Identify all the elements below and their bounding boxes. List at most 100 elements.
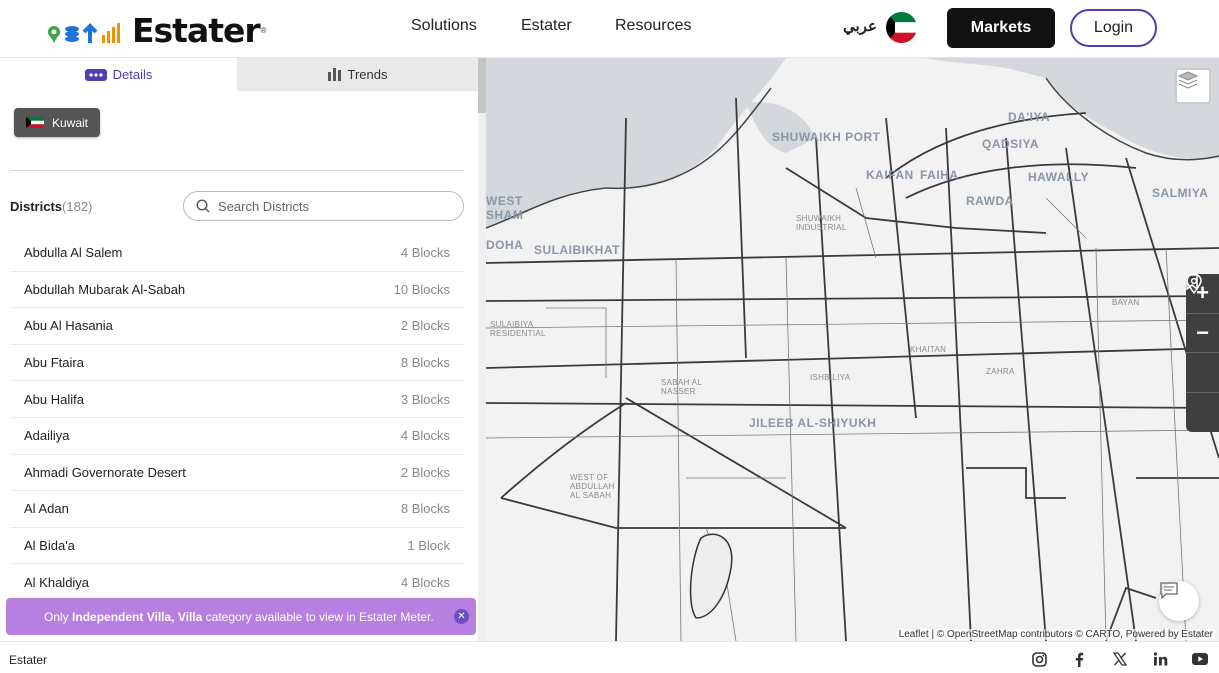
divider xyxy=(10,170,464,171)
district-name: Abdulla Al Salem xyxy=(24,245,123,261)
chat-button[interactable] xyxy=(1159,581,1199,621)
top-header: Estater ® Solutions Estater Resources عرب… xyxy=(0,0,1219,58)
close-icon[interactable]: ✕ xyxy=(454,609,469,624)
markets-button[interactable]: Markets xyxy=(947,8,1055,48)
panel-tabs: Details Trends xyxy=(0,58,478,91)
logo-mark-icon xyxy=(46,15,128,45)
tab-details[interactable]: Details xyxy=(0,58,237,91)
map-label-sabah-al-nasser: SABAH AL NASSER xyxy=(661,378,702,396)
layers-icon xyxy=(1177,71,1199,89)
tab-details-label: Details xyxy=(112,67,153,82)
district-blocks: 8 Blocks xyxy=(400,355,450,371)
map-label-shuwaikh-port: SHUWAIKH PORT xyxy=(772,130,881,144)
instagram-icon[interactable] xyxy=(1031,651,1047,667)
notice-suffix: category available to view in Estater Me… xyxy=(205,609,434,624)
language-toggle[interactable]: عربي xyxy=(843,17,877,35)
list-item[interactable]: Adailiya 4 Blocks xyxy=(10,418,464,455)
map-label-sulaibiya-residential: SULAIBIYA RESIDENTIAL xyxy=(490,320,546,338)
footer-brand: Estater xyxy=(9,653,48,667)
facebook-icon[interactable] xyxy=(1071,651,1087,667)
map-canvas[interactable] xyxy=(486,58,1219,641)
page-footer: Estater xyxy=(0,641,1219,673)
map-label-daiya: DA'IYA xyxy=(1008,110,1051,124)
map-label-west-sham: WEST SHAM xyxy=(486,194,524,222)
map-label-kaifan: KAIFAN xyxy=(866,168,914,182)
list-item[interactable]: Al Adan 8 Blocks xyxy=(10,491,464,528)
map-label-shuwaikh-industrial: SHUWAIKH INDUSTRIAL xyxy=(796,214,847,232)
list-item[interactable]: Abdulla Al Salem 4 Blocks xyxy=(10,235,464,272)
nav-resources[interactable]: Resources xyxy=(615,17,691,35)
zoom-out-button[interactable]: − xyxy=(1186,314,1219,353)
district-blocks: 1 Block xyxy=(407,538,450,554)
kuwait-flag-icon xyxy=(26,117,44,128)
district-name: Adailiya xyxy=(24,428,70,444)
map-label-sulaibikhat: SULAIBIKHAT xyxy=(534,243,620,257)
map-attribution[interactable]: Leaflet | © OpenStreetMap contributors ©… xyxy=(896,629,1215,640)
location-pin-icon xyxy=(1186,274,1202,294)
district-blocks: 4 Blocks xyxy=(400,428,450,444)
list-item[interactable]: Abdullah Mubarak Al-Sabah 10 Blocks xyxy=(10,272,464,309)
kuwait-flag-icon[interactable] xyxy=(886,12,917,43)
districts-title: Districts xyxy=(10,199,63,214)
category-notice: Only Independent Villa, Villa category a… xyxy=(6,598,476,635)
list-item[interactable]: Ahmadi Governorate Desert 2 Blocks xyxy=(10,455,464,492)
districts-heading: Districts(182) xyxy=(10,199,92,214)
youtube-icon[interactable] xyxy=(1192,651,1208,667)
map-label-doha: DOHA xyxy=(486,238,524,252)
list-item[interactable]: Al Khaldiya 4 Blocks xyxy=(10,564,464,601)
location-button[interactable] xyxy=(1186,274,1219,433)
district-blocks: 4 Blocks xyxy=(400,574,450,590)
linkedin-icon[interactable] xyxy=(1152,651,1168,667)
bar-chart-icon xyxy=(327,68,342,81)
search-input[interactable] xyxy=(218,198,438,214)
list-item[interactable]: Abu Ftaira 8 Blocks xyxy=(10,345,464,382)
more-dots-icon xyxy=(84,68,107,81)
list-item[interactable]: Abu Al Hasania 2 Blocks xyxy=(10,308,464,345)
notice-highlight: Independent Villa, Villa xyxy=(72,609,203,624)
details-panel: Details Trends Kuwait Districts(182) Abd… xyxy=(0,58,478,641)
map-label-qadsiya: QADSIYA xyxy=(982,137,1040,151)
login-button[interactable]: Login xyxy=(1070,9,1157,47)
districts-count: (182) xyxy=(62,199,93,214)
map-label-khaitan: KHAITAN xyxy=(910,345,947,354)
registered-mark: ® xyxy=(260,25,267,35)
map-label-jileeb: JILEEB AL-SHIYUKH xyxy=(749,416,877,430)
search-icon xyxy=(196,199,210,213)
district-name: Abu Al Hasania xyxy=(24,318,113,334)
map-control-bar: + − xyxy=(1186,274,1219,432)
chat-icon xyxy=(1160,582,1178,599)
tab-trends-label: Trends xyxy=(347,67,388,82)
district-search[interactable] xyxy=(183,191,464,221)
map-label-rawda: RAWDA xyxy=(966,194,1014,208)
map-label-ishbiliya: ISHBILIYA xyxy=(810,373,851,382)
district-blocks: 2 Blocks xyxy=(400,318,450,334)
district-blocks: 2 Blocks xyxy=(400,464,450,480)
estater-logo[interactable]: Estater ® xyxy=(46,12,267,48)
x-icon[interactable] xyxy=(1112,651,1128,667)
notice-prefix: Only xyxy=(44,609,69,624)
map-label-faiha: FAIHA xyxy=(920,168,959,182)
district-name: Abdullah Mubarak Al-Sabah xyxy=(24,281,186,297)
district-blocks: 4 Blocks xyxy=(400,245,450,261)
district-blocks: 3 Blocks xyxy=(400,391,450,407)
logo-wordmark: Estater xyxy=(132,10,261,50)
panel-scrollbar[interactable] xyxy=(478,58,486,641)
country-chip[interactable]: Kuwait xyxy=(14,108,100,137)
district-name: Ahmadi Governorate Desert xyxy=(24,464,186,480)
list-item[interactable]: Al Bida'a 1 Block xyxy=(10,528,464,565)
district-name: Abu Halifa xyxy=(24,391,84,407)
map-label-hawally: HAWALLY xyxy=(1028,170,1090,184)
tab-trends[interactable]: Trends xyxy=(237,58,478,91)
map-label-salmiya: SALMIYA xyxy=(1152,186,1209,200)
scrollbar-thumb[interactable] xyxy=(478,58,486,113)
map-view[interactable]: SHUWAIKH PORT DA'IYA QADSIYA KAIFAN FAIH… xyxy=(486,58,1219,641)
districts-list: Abdulla Al Salem 4 Blocks Abdullah Mubara… xyxy=(10,235,464,601)
bookmark-button[interactable] xyxy=(1186,274,1219,393)
district-name: Al Bida'a xyxy=(24,538,75,554)
layers-button[interactable] xyxy=(1175,68,1211,104)
nav-solutions[interactable]: Solutions xyxy=(411,17,477,35)
nav-estater[interactable]: Estater xyxy=(521,17,572,35)
list-item[interactable]: Abu Halifa 3 Blocks xyxy=(10,381,464,418)
map-label-west-of-abdullah: WEST OF ABDULLAH AL SABAH xyxy=(570,473,615,500)
map-label-bayan: BAYAN xyxy=(1112,298,1140,307)
